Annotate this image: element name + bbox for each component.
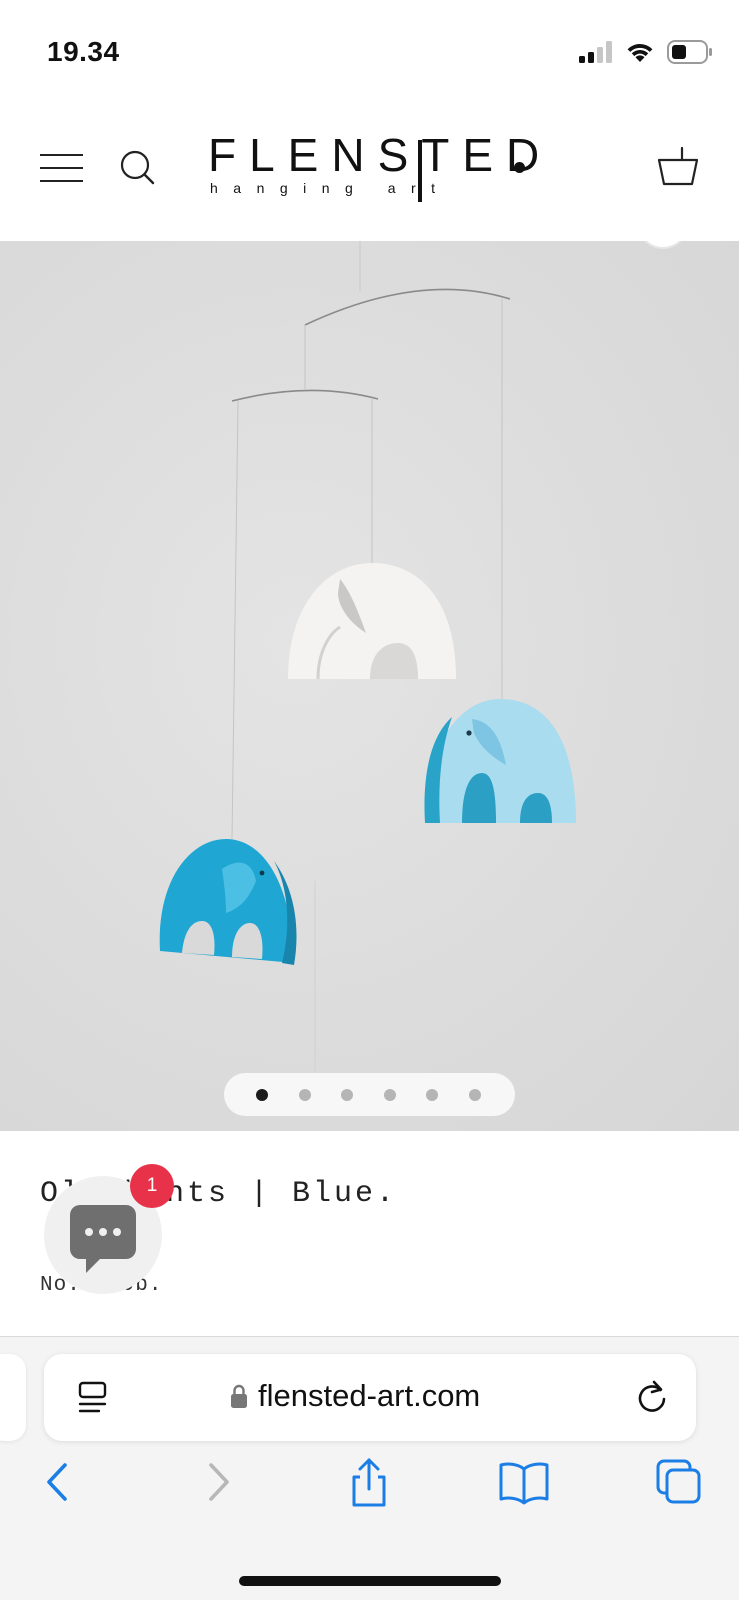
share-icon xyxy=(352,1458,386,1507)
bookmarks-icon xyxy=(499,1462,549,1505)
logo-text: FLENSTED xyxy=(208,129,553,181)
url-text: flensted-art.com xyxy=(258,1378,481,1413)
back-icon xyxy=(47,1463,67,1501)
site-header: FLENSTED hanging art xyxy=(0,100,739,241)
forward-button[interactable] xyxy=(194,1457,244,1507)
search-icon xyxy=(120,150,155,185)
back-button[interactable] xyxy=(36,1457,86,1507)
tabs-icon xyxy=(656,1459,701,1504)
pagination-dot-2[interactable] xyxy=(298,1088,311,1101)
logo-tagline: hanging art xyxy=(210,180,451,196)
lock-icon xyxy=(231,1384,247,1408)
product-image-carousel[interactable] xyxy=(0,241,739,1131)
battery-icon xyxy=(667,40,712,64)
forward-icon xyxy=(209,1463,229,1501)
address-bar[interactable]: flensted-art.com xyxy=(44,1354,696,1441)
chat-bubble-icon xyxy=(70,1205,136,1273)
reload-icon xyxy=(638,1380,666,1412)
pagination-dot-4[interactable] xyxy=(383,1088,396,1101)
pagination-dot-6[interactable] xyxy=(468,1088,481,1101)
tabs-button[interactable] xyxy=(654,1457,704,1507)
cart-button[interactable] xyxy=(656,146,700,188)
reader-mode-button[interactable] xyxy=(77,1381,109,1415)
cart-icon xyxy=(657,146,699,186)
reload-button[interactable] xyxy=(634,1378,670,1416)
wifi-icon xyxy=(627,44,653,62)
url-display[interactable]: flensted-art.com xyxy=(230,1378,480,1414)
chat-unread-badge: 1 xyxy=(130,1164,174,1208)
browser-toolbar xyxy=(0,1457,739,1527)
browser-bottom-bar: flensted-art.com xyxy=(0,1336,739,1600)
logo-dot xyxy=(514,162,525,173)
pagination-dot-5[interactable] xyxy=(426,1088,439,1101)
share-button[interactable] xyxy=(344,1457,394,1507)
pagination-dot-1[interactable] xyxy=(256,1088,268,1101)
status-time: 19.34 xyxy=(47,36,120,67)
pagination-dot-3[interactable] xyxy=(341,1088,354,1101)
status-bar: 19.34 xyxy=(0,0,739,100)
search-button[interactable] xyxy=(118,148,158,188)
reader-icon xyxy=(78,1381,107,1413)
white-elephant xyxy=(288,563,456,680)
home-indicator[interactable] xyxy=(239,1576,501,1586)
site-logo[interactable]: FLENSTED hanging art xyxy=(208,128,539,208)
cellular-signal-icon xyxy=(579,41,612,63)
menu-icon xyxy=(40,154,83,156)
menu-button[interactable] xyxy=(40,154,83,184)
light-blue-elephant xyxy=(424,699,576,823)
blue-elephant xyxy=(159,839,297,965)
product-photo xyxy=(159,241,576,1071)
previous-tab-preview[interactable] xyxy=(0,1354,26,1441)
status-icons xyxy=(579,40,713,64)
carousel-pagination xyxy=(224,1073,515,1116)
bookmarks-button[interactable] xyxy=(498,1457,549,1507)
